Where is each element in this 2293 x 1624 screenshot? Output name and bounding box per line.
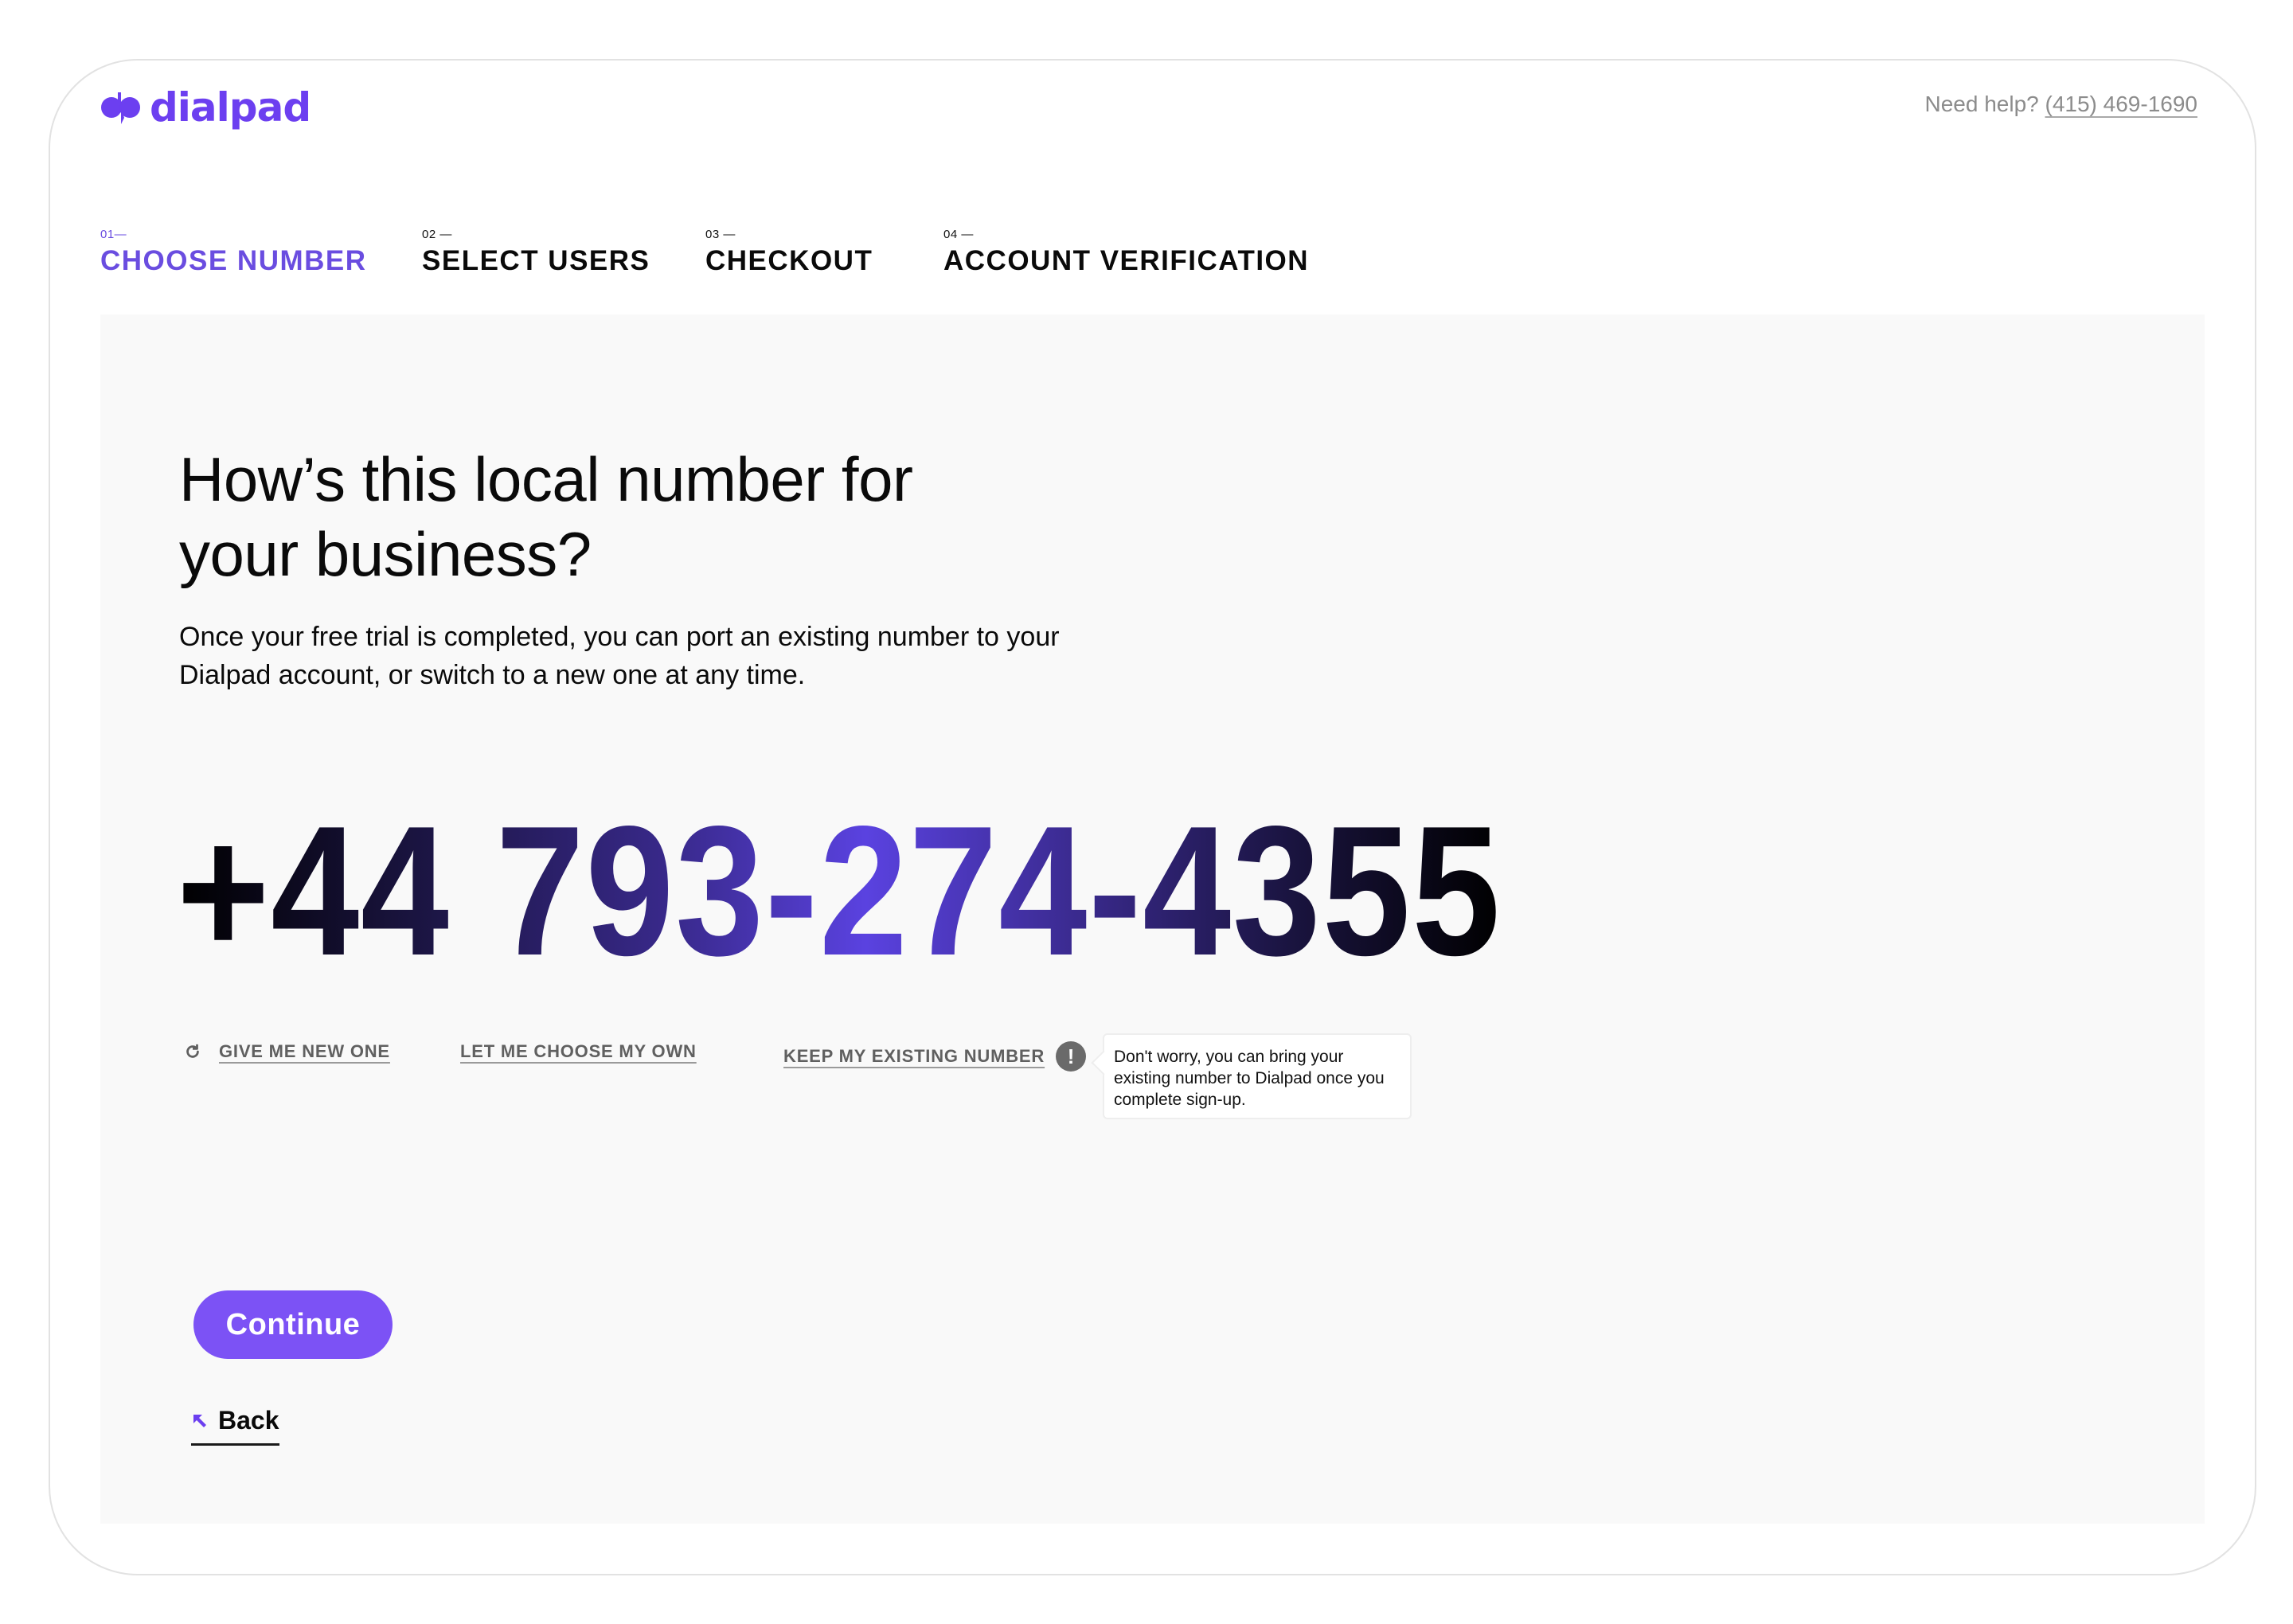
step-label: CHECKOUT xyxy=(705,245,873,276)
step-label: CHOOSE NUMBER xyxy=(100,245,367,276)
page-heading: How’s this local number for your busines… xyxy=(179,442,1135,591)
heading-line-2: your business? xyxy=(179,519,592,589)
step-select-users[interactable]: 02 — SELECT USERS xyxy=(422,228,650,277)
keep-existing-number-option[interactable]: KEEP MY EXISTING NUMBER ! xyxy=(783,1041,1087,1072)
arrow-up-left-icon xyxy=(193,1414,206,1427)
step-number: 01— xyxy=(100,228,127,241)
help-contact: Need help? (415) 469-1690 xyxy=(1925,92,2198,117)
dialpad-logo[interactable]: dialpad xyxy=(100,84,311,131)
step-number: 02 — xyxy=(422,228,452,241)
logo-text: dialpad xyxy=(150,84,311,131)
give-new-number-link[interactable]: GIVE ME NEW ONE xyxy=(219,1041,390,1062)
keep-existing-number-link[interactable]: KEEP MY EXISTING NUMBER xyxy=(783,1046,1045,1067)
step-number: 03 — xyxy=(705,228,736,241)
help-prefix: Need help? xyxy=(1924,92,2039,116)
phone-number-display: +44 793-274-4355 xyxy=(177,796,1502,987)
info-icon[interactable]: ! xyxy=(1056,1041,1087,1072)
step-label: SELECT USERS xyxy=(422,245,650,276)
page-description: Once your free trial is completed, you c… xyxy=(179,622,1060,690)
back-link[interactable]: Back xyxy=(191,1406,279,1446)
info-tooltip: Don't worry, you can bring your existing… xyxy=(1103,1033,1412,1119)
choose-own-number-link[interactable]: LET ME CHOOSE MY OWN xyxy=(460,1041,697,1062)
back-label: Back xyxy=(218,1406,279,1435)
step-number: 04 — xyxy=(943,228,974,241)
dialpad-logo-icon xyxy=(101,92,140,124)
step-account-verification[interactable]: 04 — ACCOUNT VERIFICATION xyxy=(943,228,1309,277)
heading-line-1: How’s this local number for xyxy=(179,444,913,514)
tooltip-text: Don't worry, you can bring your existing… xyxy=(1114,1048,1385,1109)
help-phone-link[interactable]: (415) 469-1690 xyxy=(2045,92,2197,116)
choose-own-number-option[interactable]: LET ME CHOOSE MY OWN xyxy=(460,1041,697,1062)
step-checkout[interactable]: 03 — CHECKOUT xyxy=(705,228,873,277)
give-new-number-option[interactable]: GIVE ME NEW ONE xyxy=(184,1041,390,1062)
step-label: ACCOUNT VERIFICATION xyxy=(943,245,1310,276)
step-choose-number[interactable]: 01— CHOOSE NUMBER xyxy=(100,228,367,277)
refresh-icon xyxy=(186,1044,199,1058)
phone-number: +44 793-274-4355 xyxy=(177,788,1502,994)
continue-button[interactable]: Continue xyxy=(193,1290,393,1359)
